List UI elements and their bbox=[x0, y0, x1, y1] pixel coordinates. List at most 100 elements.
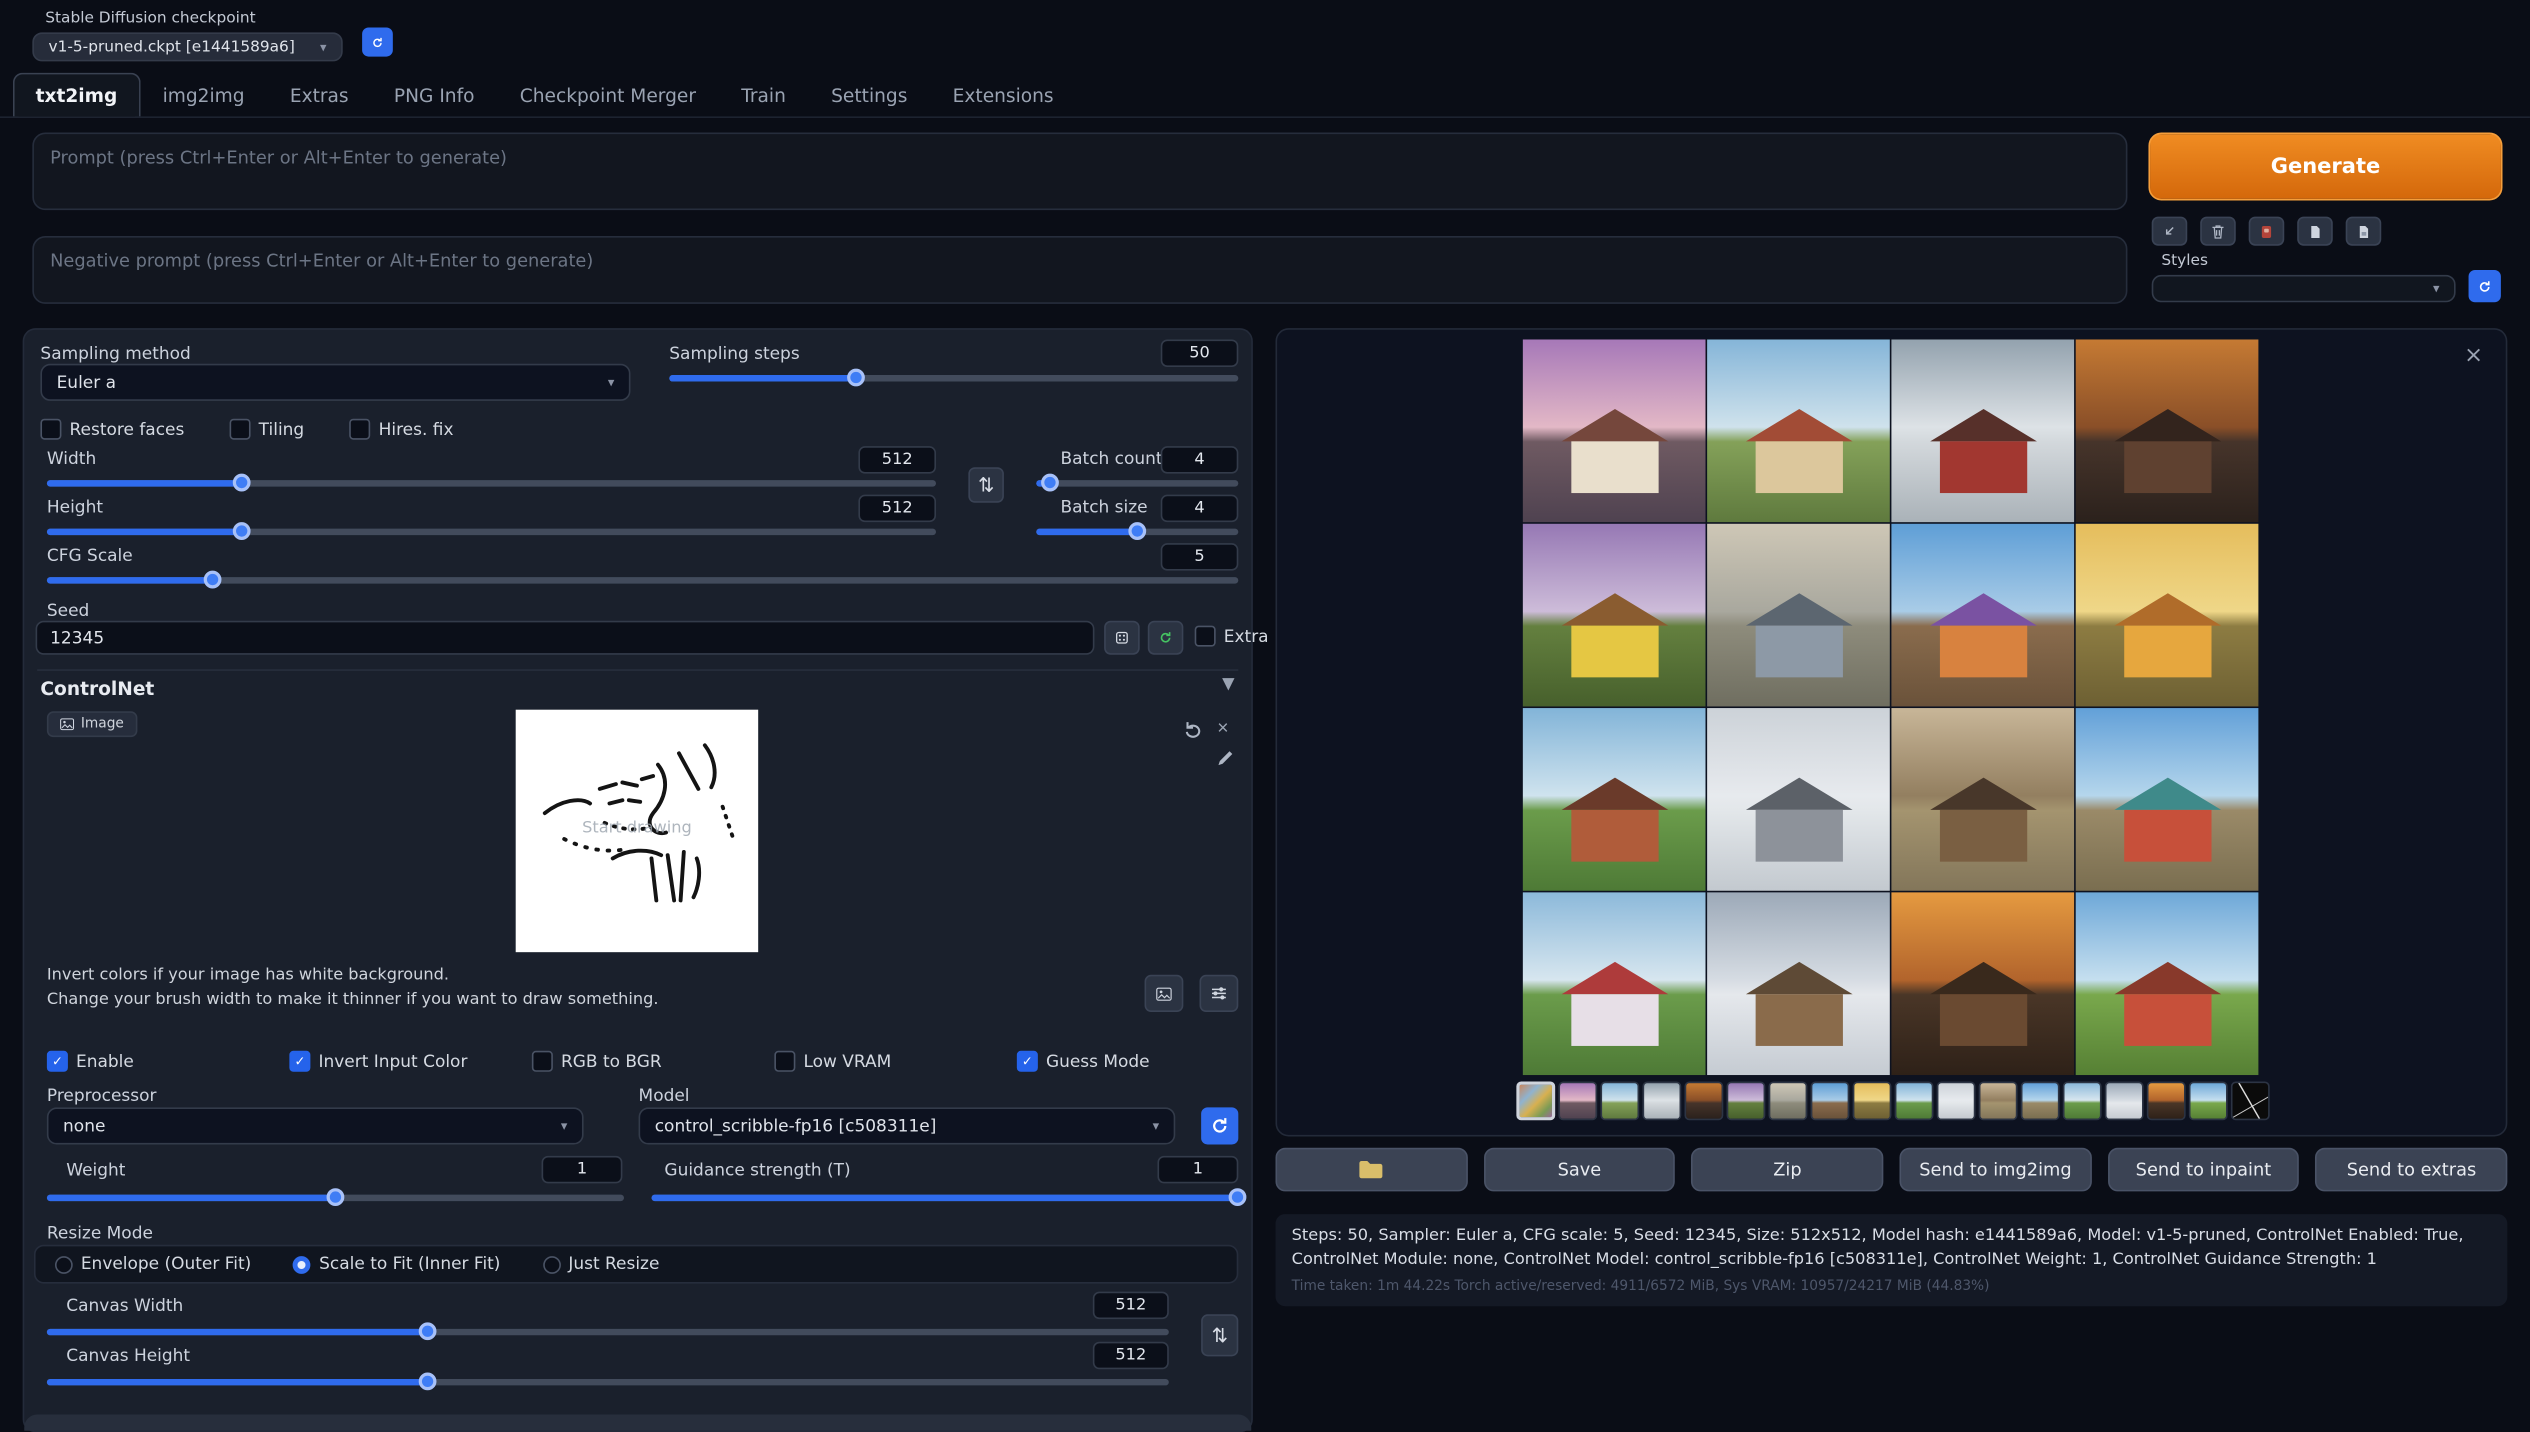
close-gallery-button[interactable]: × bbox=[2464, 343, 2483, 369]
resize-just-resize-radio[interactable]: Just Resize bbox=[542, 1254, 659, 1273]
save-button[interactable]: Save bbox=[1484, 1148, 1676, 1192]
gallery-thumbnail[interactable] bbox=[1853, 1082, 1892, 1121]
gallery-image[interactable] bbox=[1523, 892, 1706, 1075]
gallery-thumbnail[interactable] bbox=[2063, 1082, 2102, 1121]
height-slider[interactable] bbox=[47, 522, 936, 540]
gallery-image[interactable] bbox=[2076, 892, 2259, 1075]
apply-style-button[interactable] bbox=[2297, 217, 2333, 246]
new-canvas-button[interactable] bbox=[1145, 975, 1184, 1012]
hires-fix-checkbox[interactable]: Hires. fix bbox=[349, 419, 453, 440]
canvas-height-input[interactable] bbox=[1093, 1342, 1169, 1369]
tab-img2img[interactable]: img2img bbox=[140, 73, 267, 117]
resize-envelope-radio[interactable]: Envelope (Outer Fit) bbox=[55, 1254, 251, 1273]
gallery-image[interactable] bbox=[1891, 339, 2074, 522]
collapse-controlnet-button[interactable]: ▼ bbox=[1222, 676, 1234, 694]
cfg-scale-input[interactable] bbox=[1161, 543, 1239, 570]
gallery-thumbnail[interactable] bbox=[2189, 1082, 2228, 1121]
refresh-models-button[interactable] bbox=[1201, 1107, 1238, 1144]
invert-input-color-checkbox[interactable]: Invert Input Color bbox=[289, 1051, 531, 1072]
generate-button[interactable]: Generate bbox=[2148, 133, 2502, 201]
gallery-thumbnail[interactable] bbox=[1727, 1082, 1766, 1121]
send-to-inpaint-button[interactable]: Send to inpaint bbox=[2108, 1148, 2300, 1192]
sampling-steps-slider[interactable] bbox=[669, 369, 1238, 387]
gallery-thumbnail[interactable] bbox=[2105, 1082, 2144, 1121]
swap-canvas-dimensions-button[interactable]: ⇅ bbox=[1201, 1314, 1238, 1356]
gallery-thumbnail[interactable] bbox=[1979, 1082, 2018, 1121]
gallery-image[interactable] bbox=[1891, 524, 2074, 707]
tiling-checkbox[interactable]: Tiling bbox=[230, 419, 305, 440]
preprocessor-dropdown[interactable]: none ▾ bbox=[47, 1107, 584, 1144]
save-style-button[interactable] bbox=[2346, 217, 2382, 246]
gallery-thumbnail[interactable] bbox=[1811, 1082, 1850, 1121]
open-folder-button[interactable] bbox=[1275, 1148, 1467, 1192]
gallery-image[interactable] bbox=[1523, 339, 1706, 522]
gallery-image[interactable] bbox=[2076, 708, 2259, 891]
seed-input[interactable] bbox=[36, 621, 1095, 655]
tab-txt2img[interactable]: txt2img bbox=[13, 73, 140, 117]
gallery-image[interactable] bbox=[1707, 524, 1890, 707]
refresh-styles-button[interactable] bbox=[2469, 270, 2501, 302]
tab-png-info[interactable]: PNG Info bbox=[371, 73, 497, 117]
weight-input[interactable] bbox=[542, 1156, 623, 1183]
width-input[interactable] bbox=[858, 446, 936, 473]
gallery-thumbnail[interactable] bbox=[1769, 1082, 1808, 1121]
extra-seed-checkbox[interactable]: Extra bbox=[1195, 626, 1269, 647]
canvas-settings-button[interactable] bbox=[1200, 975, 1239, 1012]
resize-scale-to-fit-radio[interactable]: Scale to Fit (Inner Fit) bbox=[293, 1254, 500, 1273]
controlnet-drawing-canvas[interactable]: Start drawing bbox=[516, 710, 758, 952]
canvas-width-input[interactable] bbox=[1093, 1292, 1169, 1319]
batch-size-slider[interactable] bbox=[1036, 522, 1238, 540]
tab-checkpoint-merger[interactable]: Checkpoint Merger bbox=[497, 73, 718, 117]
gallery-image[interactable] bbox=[1707, 892, 1890, 1075]
sampling-method-dropdown[interactable]: Euler a ▾ bbox=[40, 364, 630, 401]
gallery-image[interactable] bbox=[1891, 708, 2074, 891]
gallery-image[interactable] bbox=[2076, 524, 2259, 707]
tab-extras[interactable]: Extras bbox=[267, 73, 371, 117]
width-slider[interactable] bbox=[47, 474, 936, 492]
checkpoint-dropdown[interactable]: v1-5-pruned.ckpt [e1441589a6] ▾ bbox=[32, 32, 342, 61]
negative-prompt-input[interactable] bbox=[32, 236, 2127, 304]
gallery-thumbnail[interactable] bbox=[1558, 1082, 1597, 1121]
undo-canvas-button[interactable] bbox=[1183, 719, 1202, 743]
gallery-thumbnail[interactable] bbox=[1600, 1082, 1639, 1121]
clear-prompt-button[interactable] bbox=[2200, 217, 2236, 246]
enable-checkbox[interactable]: Enable bbox=[47, 1051, 289, 1072]
tab-extensions[interactable]: Extensions bbox=[930, 73, 1076, 117]
send-to-extras-button[interactable]: Send to extras bbox=[2316, 1148, 2508, 1192]
sampling-steps-input[interactable] bbox=[1161, 339, 1239, 366]
zip-button[interactable]: Zip bbox=[1692, 1148, 1884, 1192]
gallery-image[interactable] bbox=[2076, 339, 2259, 522]
tab-train[interactable]: Train bbox=[719, 73, 809, 117]
rgb-to-bgr-checkbox[interactable]: RGB to BGR bbox=[532, 1051, 774, 1072]
batch-count-slider[interactable] bbox=[1036, 474, 1238, 492]
weight-slider[interactable] bbox=[47, 1188, 624, 1206]
gallery-thumbnail[interactable] bbox=[2147, 1082, 2186, 1121]
height-input[interactable] bbox=[858, 495, 936, 522]
gallery-image[interactable] bbox=[1523, 524, 1706, 707]
gallery-image[interactable] bbox=[1523, 708, 1706, 891]
guidance-strength-input[interactable] bbox=[1157, 1156, 1238, 1183]
batch-size-input[interactable] bbox=[1161, 495, 1239, 522]
gallery-thumbnail[interactable] bbox=[1684, 1082, 1723, 1121]
tab-settings[interactable]: Settings bbox=[809, 73, 931, 117]
send-to-img2img-button[interactable]: Send to img2img bbox=[1900, 1148, 2092, 1192]
prompt-input[interactable] bbox=[32, 133, 2127, 211]
gallery-thumbnail[interactable] bbox=[2231, 1082, 2270, 1121]
gallery-thumbnail[interactable] bbox=[1642, 1082, 1681, 1121]
gallery-thumbnail[interactable] bbox=[1516, 1082, 1555, 1121]
guess-mode-checkbox[interactable]: Guess Mode bbox=[1017, 1051, 1150, 1072]
cfg-scale-slider[interactable] bbox=[47, 571, 1238, 589]
clear-canvas-button[interactable]: × bbox=[1217, 716, 1228, 739]
reuse-seed-button[interactable] bbox=[1148, 621, 1184, 655]
model-dropdown[interactable]: control_scribble-fp16 [c508311e] ▾ bbox=[639, 1107, 1176, 1144]
gallery-thumbnail[interactable] bbox=[1895, 1082, 1934, 1121]
canvas-width-slider[interactable] bbox=[47, 1322, 1169, 1340]
swap-dimensions-button[interactable]: ⇅ bbox=[968, 467, 1004, 503]
canvas-height-slider[interactable] bbox=[47, 1372, 1169, 1390]
paste-params-button[interactable] bbox=[2152, 217, 2188, 246]
styles-dropdown[interactable]: ▾ bbox=[2152, 275, 2456, 302]
gallery-thumbnail[interactable] bbox=[2021, 1082, 2060, 1121]
refresh-checkpoint-button[interactable] bbox=[362, 27, 393, 56]
random-seed-button[interactable] bbox=[1104, 621, 1140, 655]
brush-button[interactable] bbox=[1216, 748, 1235, 772]
